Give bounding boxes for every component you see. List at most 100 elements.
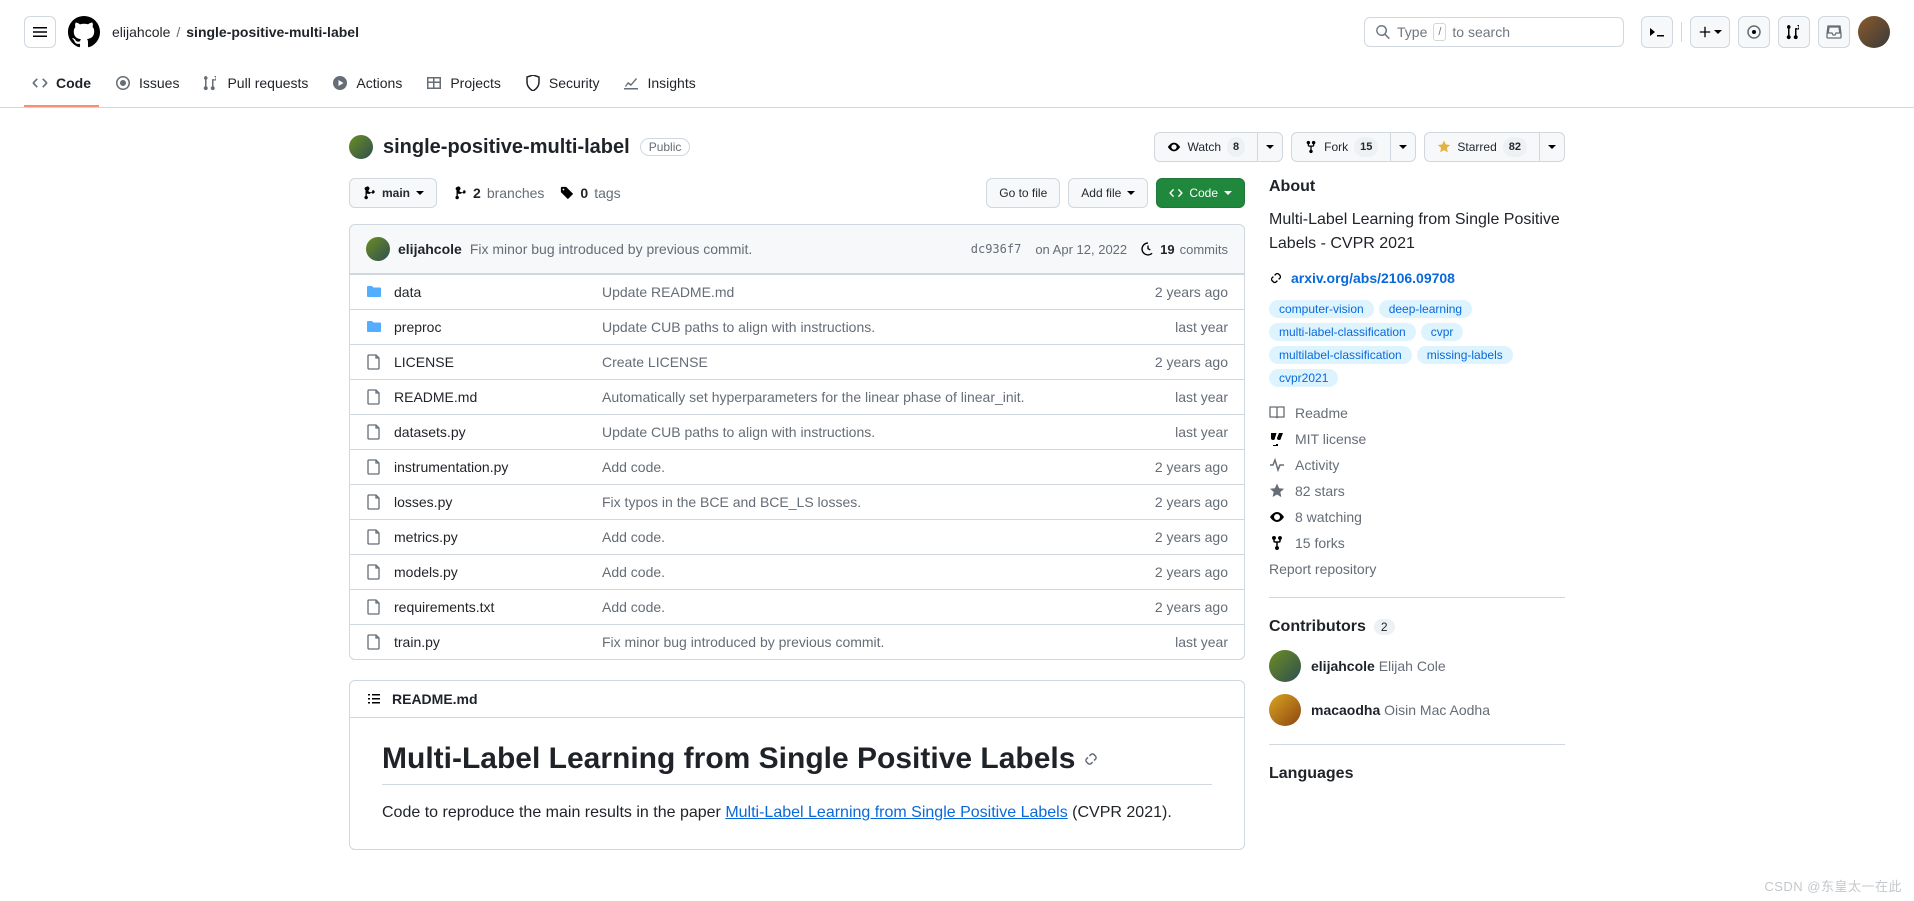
caret-down-icon	[416, 189, 424, 197]
watch-caret[interactable]	[1257, 132, 1283, 162]
add-file-button[interactable]: Add file	[1068, 178, 1148, 208]
file-commit-msg[interactable]: Fix typos in the BCE and BCE_LS losses.	[602, 494, 1092, 510]
play-icon	[332, 75, 348, 91]
issues-button[interactable]	[1738, 16, 1770, 48]
goto-file-button[interactable]: Go to file	[986, 178, 1060, 208]
file-name-cell: LICENSE	[366, 354, 586, 370]
readme-link[interactable]: Readme	[1269, 405, 1565, 421]
contributor-item[interactable]: macaodha Oisin Mac Aodha	[1269, 694, 1565, 726]
topic-deep-learning[interactable]: deep-learning	[1379, 300, 1472, 318]
star-caret[interactable]	[1539, 132, 1565, 162]
commit-message[interactable]: Fix minor bug introduced by previous com…	[470, 241, 752, 257]
file-link[interactable]: data	[394, 284, 421, 300]
notifications-button[interactable]	[1818, 16, 1850, 48]
tab-actions[interactable]: Actions	[324, 65, 410, 107]
commit-author-avatar[interactable]	[366, 237, 390, 261]
fork-button[interactable]: Fork15	[1291, 132, 1390, 162]
file-name-cell: losses.py	[366, 494, 586, 510]
caret-down-icon	[1714, 28, 1722, 36]
fork-icon	[1269, 535, 1285, 551]
pull-requests-button[interactable]	[1778, 16, 1810, 48]
file-commit-msg[interactable]: Update CUB paths to align with instructi…	[602, 319, 1092, 335]
file-link[interactable]: metrics.py	[394, 529, 458, 545]
topic-multilabel-classification[interactable]: multilabel-classification	[1269, 346, 1412, 364]
file-commit-msg[interactable]: Add code.	[602, 529, 1092, 545]
file-commit-msg[interactable]: Add code.	[602, 459, 1092, 475]
github-logo[interactable]	[68, 16, 100, 48]
license-link[interactable]: MIT license	[1269, 431, 1565, 447]
commits-link[interactable]: 19commits	[1141, 242, 1228, 257]
paper-link[interactable]: Multi-Label Learning from Single Positiv…	[725, 804, 1067, 821]
report-link[interactable]: Report repository	[1269, 561, 1565, 577]
forks-link[interactable]: 15 forks	[1269, 535, 1565, 551]
file-commit-msg[interactable]: Add code.	[602, 599, 1092, 615]
owner-avatar[interactable]	[349, 135, 373, 159]
file-commit-msg[interactable]: Update README.md	[602, 284, 1092, 300]
breadcrumb-repo[interactable]: single-positive-multi-label	[186, 24, 359, 40]
file-commit-msg[interactable]: Fix minor bug introduced by previous com…	[602, 634, 1092, 650]
file-link[interactable]: preproc	[394, 319, 441, 335]
activity-link[interactable]: Activity	[1269, 457, 1565, 473]
contributors-heading[interactable]: Contributors 2	[1269, 618, 1565, 636]
file-commit-msg[interactable]: Update CUB paths to align with instructi…	[602, 424, 1092, 440]
tab-insights[interactable]: Insights	[615, 65, 703, 107]
file-link[interactable]: train.py	[394, 634, 440, 650]
contributor-item[interactable]: elijahcole Elijah Cole	[1269, 650, 1565, 682]
code-button[interactable]: Code	[1156, 178, 1245, 208]
topic-missing-labels[interactable]: missing-labels	[1417, 346, 1513, 364]
main-content: main 2branches 0tags Go to file Add file…	[349, 178, 1245, 850]
topic-cvpr[interactable]: cvpr	[1421, 323, 1464, 341]
file-icon	[366, 354, 382, 370]
tab-projects[interactable]: Projects	[418, 65, 509, 107]
topic-cvpr2021[interactable]: cvpr2021	[1269, 369, 1338, 387]
topic-computer-vision[interactable]: computer-vision	[1269, 300, 1374, 318]
search-icon	[1375, 24, 1391, 40]
commit-author[interactable]: elijahcole	[398, 241, 462, 257]
search-input[interactable]: Type / to search	[1364, 17, 1624, 47]
file-row: models.pyAdd code.2 years ago	[350, 554, 1244, 589]
file-commit-msg[interactable]: Automatically set hyperparameters for th…	[602, 389, 1092, 405]
eye-icon	[1269, 509, 1285, 525]
sidebar: About Multi-Label Learning from Single P…	[1269, 178, 1565, 850]
file-link[interactable]: requirements.txt	[394, 599, 494, 615]
file-link[interactable]: datasets.py	[394, 424, 466, 440]
file-name-cell: data	[366, 284, 586, 300]
pulse-icon	[1269, 457, 1285, 473]
topic-multi-label-classification[interactable]: multi-label-classification	[1269, 323, 1416, 341]
tab-security[interactable]: Security	[517, 65, 608, 107]
watch-button[interactable]: Watch8	[1154, 132, 1257, 162]
breadcrumb-owner[interactable]: elijahcole	[112, 24, 170, 40]
file-link[interactable]: losses.py	[394, 494, 452, 510]
file-icon	[366, 389, 382, 405]
user-avatar[interactable]	[1858, 16, 1890, 48]
file-commit-msg[interactable]: Create LICENSE	[602, 354, 1092, 370]
file-row: datasets.py Update CUB paths to align wit…	[350, 414, 1244, 449]
file-age: 2 years ago	[1108, 459, 1228, 475]
file-row: dataUpdate README.md2 years ago	[350, 274, 1244, 309]
file-link[interactable]: LICENSE	[394, 354, 454, 370]
file-link[interactable]: instrumentation.py	[394, 459, 508, 475]
tab-code[interactable]: Code	[24, 65, 99, 107]
link-icon[interactable]	[1083, 751, 1099, 767]
stars-link[interactable]: 82 stars	[1269, 483, 1565, 499]
file-link[interactable]: README.md	[394, 389, 477, 405]
fork-caret[interactable]	[1390, 132, 1416, 162]
tab-issues[interactable]: Issues	[107, 65, 187, 107]
search-kbd: /	[1433, 23, 1446, 41]
file-row: train.py Fix minor bug introduced by prev…	[350, 624, 1244, 659]
commit-date: on Apr 12, 2022	[1035, 242, 1127, 257]
watching-link[interactable]: 8 watching	[1269, 509, 1565, 525]
file-commit-msg[interactable]: Add code.	[602, 564, 1092, 580]
commit-sha[interactable]: dc936f7	[971, 242, 1022, 256]
star-button[interactable]: Starred82	[1424, 132, 1539, 162]
tags-link[interactable]: 0tags	[560, 185, 620, 201]
file-link[interactable]: models.py	[394, 564, 458, 580]
branch-select[interactable]: main	[349, 178, 437, 208]
hamburger-button[interactable]	[24, 16, 56, 48]
branches-link[interactable]: 2branches	[453, 185, 544, 201]
create-new-button[interactable]	[1690, 16, 1730, 48]
file-age: last year	[1108, 389, 1228, 405]
tab-pull-requests[interactable]: Pull requests	[195, 65, 316, 107]
command-palette-button[interactable]	[1641, 16, 1673, 48]
plus-icon	[1698, 25, 1712, 39]
